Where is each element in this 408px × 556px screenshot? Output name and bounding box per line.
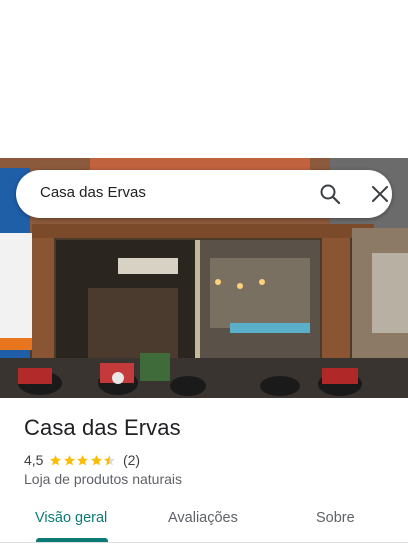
search-icon[interactable] — [318, 182, 342, 206]
star-icon — [91, 454, 102, 465]
search-input[interactable]: Casa das Ervas — [40, 184, 146, 201]
star-icon — [50, 454, 62, 465]
star-rating — [49, 454, 117, 467]
map-area-blank — [0, 0, 408, 158]
tab-divider — [0, 542, 408, 543]
star-half-icon — [104, 454, 116, 465]
tab-overview[interactable]: Visão geral — [35, 510, 107, 526]
rating-value: 4,5 — [24, 452, 44, 468]
rating-row[interactable]: 4,5 (2) — [24, 451, 140, 469]
close-icon[interactable] — [368, 182, 392, 206]
tab-reviews[interactable]: Avaliações — [168, 510, 238, 526]
tab-about[interactable]: Sobre — [316, 510, 355, 526]
place-category[interactable]: Loja de produtos naturais — [24, 471, 182, 487]
search-bar[interactable]: Casa das Ervas — [16, 170, 392, 218]
star-icon — [77, 454, 89, 465]
place-title: Casa das Ervas — [24, 415, 181, 440]
review-count[interactable]: (2) — [123, 452, 140, 468]
star-icon — [64, 454, 75, 465]
